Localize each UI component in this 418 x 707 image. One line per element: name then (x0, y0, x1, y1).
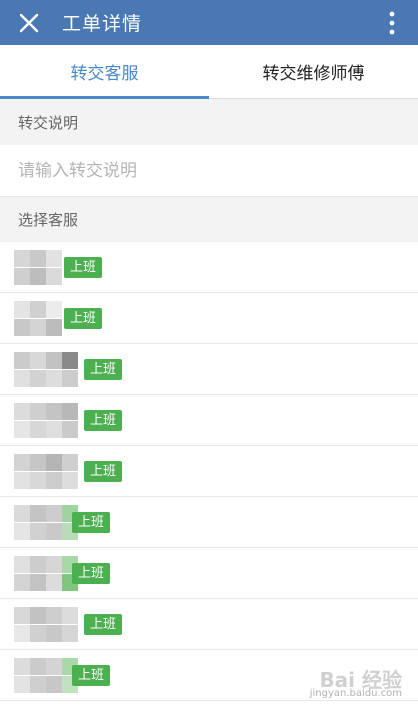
staff-item[interactable]: 上班 (0, 293, 418, 344)
tab-bar: 转交客服 转交维修师傅 (0, 45, 418, 99)
app: 工单详情 转交客服 转交维修师傅 转交说明 选择客服 上班 (0, 0, 418, 707)
tab-transfer-technician[interactable]: 转交维修师傅 (209, 45, 418, 98)
avatar (14, 607, 78, 643)
close-button[interactable] (0, 0, 58, 45)
transfer-note-row (0, 145, 418, 197)
avatar (14, 301, 62, 337)
status-badge: 上班 (64, 257, 103, 278)
avatar (14, 556, 78, 592)
avatar (14, 403, 78, 439)
transfer-note-label: 转交说明 (0, 99, 418, 145)
status-badge: 上班 (72, 665, 111, 686)
staff-item[interactable]: 上班 (0, 242, 418, 293)
staff-item[interactable]: 上班 (0, 344, 418, 395)
staff-item[interactable]: 上班 (0, 497, 418, 548)
more-vertical-icon (389, 11, 395, 34)
staff-list: 上班 上班 上班 上班 上班 上班 上班 上班 上班 (0, 242, 418, 701)
avatar (14, 352, 78, 388)
status-badge: 上班 (84, 614, 123, 635)
page-title: 工单详情 (62, 13, 143, 35)
avatar (14, 454, 78, 490)
staff-item[interactable]: 上班 (0, 446, 418, 497)
status-badge: 上班 (84, 359, 123, 380)
avatar (14, 658, 78, 694)
top-bar: 工单详情 (0, 0, 418, 45)
watermark-logo: Bai 经验 jingyan.baidu.com (309, 668, 402, 699)
staff-item[interactable]: 上班 (0, 599, 418, 650)
status-badge: 上班 (72, 563, 111, 584)
avatar (14, 505, 78, 541)
select-service-label: 选择客服 (0, 197, 418, 242)
tab-transfer-service[interactable]: 转交客服 (0, 45, 209, 99)
more-button[interactable] (384, 0, 400, 45)
status-badge: 上班 (64, 308, 103, 329)
status-badge: 上班 (84, 461, 123, 482)
avatar (14, 250, 62, 286)
transfer-note-input[interactable] (18, 160, 418, 181)
staff-item[interactable]: 上班 (0, 548, 418, 599)
close-icon (19, 13, 39, 32)
staff-item[interactable]: 上班 (0, 395, 418, 446)
status-badge: 上班 (84, 410, 123, 431)
status-badge: 上班 (72, 512, 111, 533)
